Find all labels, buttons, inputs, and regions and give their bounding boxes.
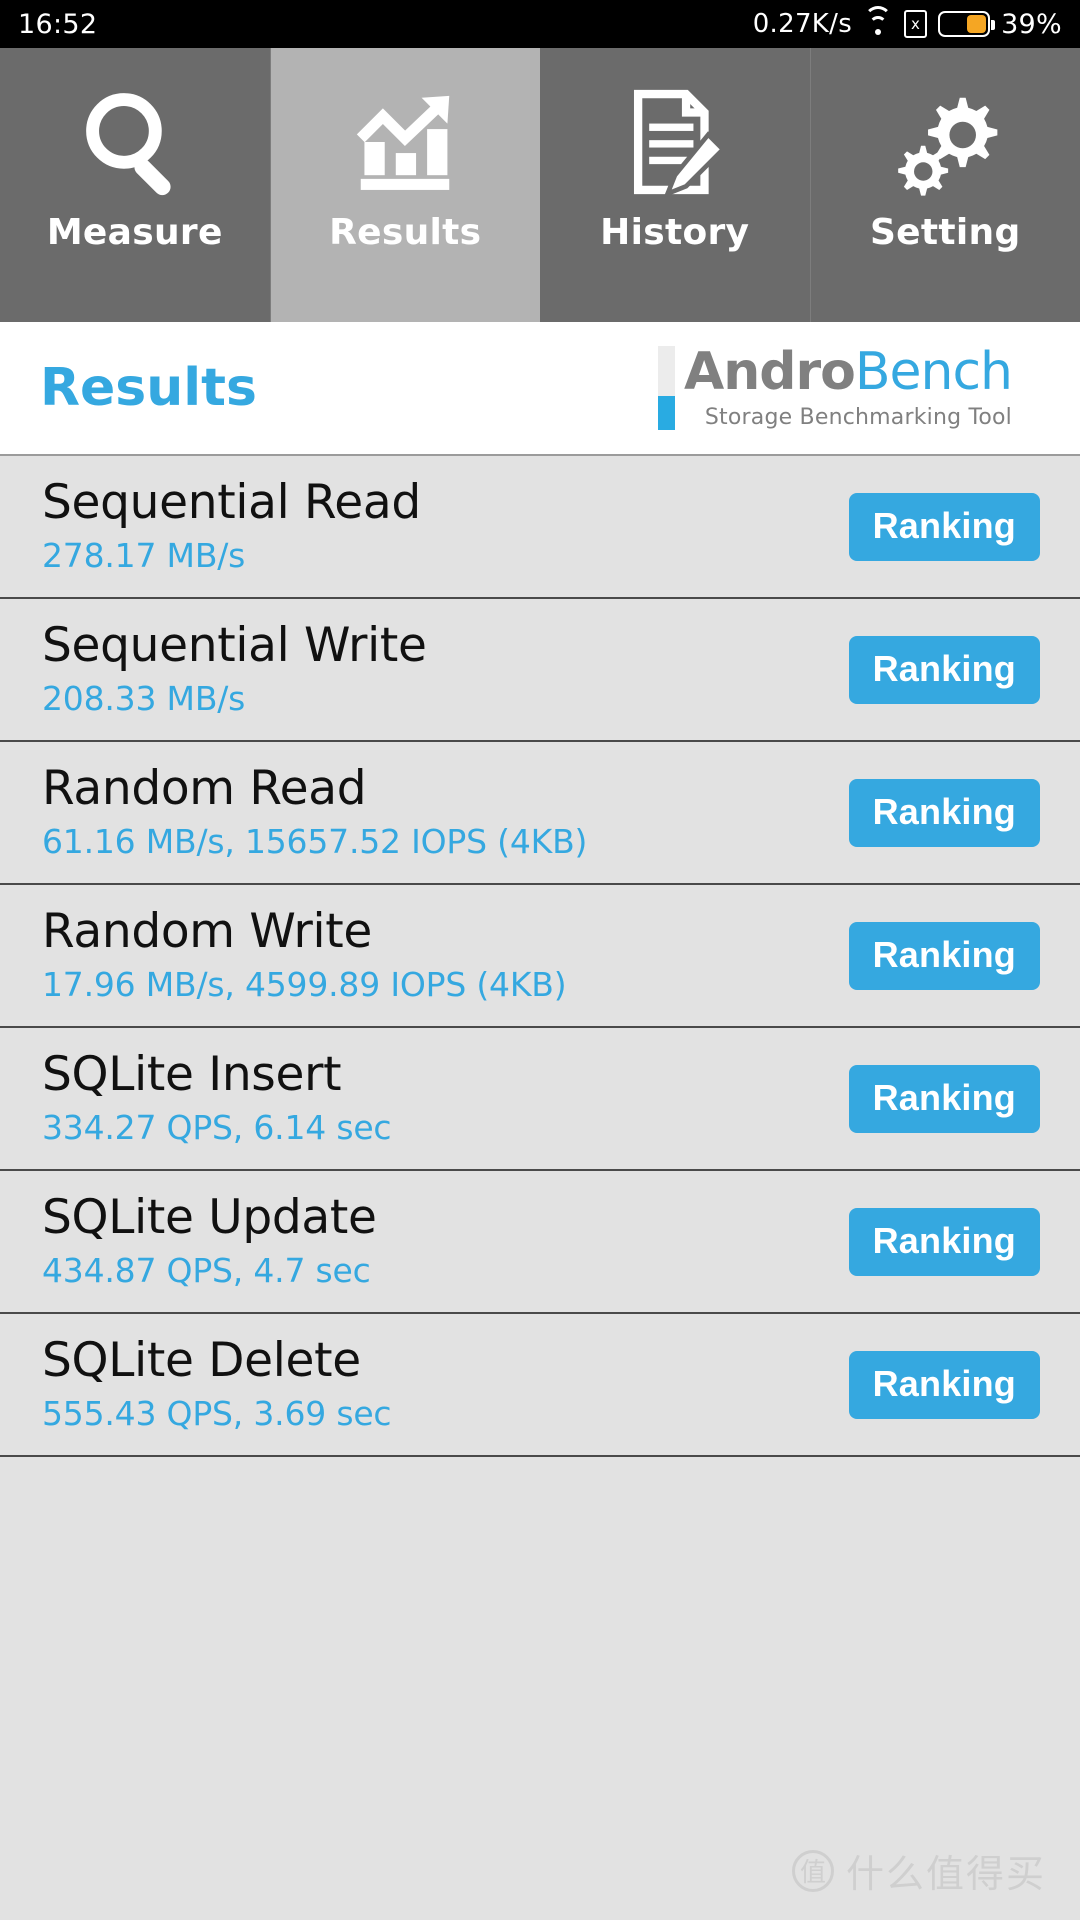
- tab-setting[interactable]: Setting: [810, 48, 1080, 322]
- table-row[interactable]: Random Write 17.96 MB/s, 4599.89 IOPS (4K…: [0, 885, 1080, 1028]
- page-header: Results AndroBench Storage Benchmarking …: [0, 322, 1080, 456]
- tab-setting-label: Setting: [869, 212, 1021, 253]
- table-row[interactable]: Sequential Read 278.17 MB/s Ranking: [0, 456, 1080, 599]
- ranking-button[interactable]: Ranking: [848, 1207, 1040, 1276]
- gears-icon: [886, 82, 1004, 202]
- results-list: Sequential Read 278.17 MB/s Ranking Sequent…: [0, 456, 1080, 1457]
- result-title: Random Read: [42, 760, 367, 816]
- tab-results[interactable]: Results: [270, 48, 540, 322]
- result-text: SQLite Insert 334.27 QPS, 6.14 sec: [42, 1046, 392, 1148]
- result-value: 208.33 MB/s: [42, 679, 246, 719]
- logo-tagline: Storage Benchmarking Tool: [704, 405, 1012, 430]
- table-row[interactable]: SQLite Delete 555.43 QPS, 3.69 sec Ranking: [0, 1314, 1080, 1457]
- result-title: Sequential Read: [42, 474, 421, 530]
- sim-no-signal-icon: x: [904, 10, 928, 38]
- ranking-button[interactable]: Ranking: [848, 492, 1040, 561]
- ranking-button[interactable]: Ranking: [848, 635, 1040, 704]
- battery-icon: [938, 11, 996, 37]
- result-title: SQLite Update: [42, 1189, 377, 1245]
- battery-percent-label: 39%: [1001, 8, 1062, 40]
- magnifier-icon: [76, 82, 194, 202]
- logo-secondary-text: Bench: [854, 342, 1013, 402]
- ranking-button[interactable]: Ranking: [848, 778, 1040, 847]
- ranking-button[interactable]: Ranking: [848, 1350, 1040, 1419]
- table-row[interactable]: SQLite Update 434.87 QPS, 4.7 sec Ranking: [0, 1171, 1080, 1314]
- result-value: 17.96 MB/s, 4599.89 IOPS (4KB): [42, 965, 567, 1005]
- result-value: 434.87 QPS, 4.7 sec: [42, 1251, 371, 1291]
- main-tab-bar: Measure Results History Setting: [0, 48, 1080, 322]
- result-value: 278.17 MB/s: [42, 536, 246, 576]
- ranking-button[interactable]: Ranking: [848, 921, 1040, 990]
- ranking-button[interactable]: Ranking: [848, 1064, 1040, 1133]
- bar-chart-arrow-icon: [346, 82, 464, 202]
- result-title: Random Write: [42, 903, 373, 959]
- page-title: Results: [40, 358, 257, 418]
- table-row[interactable]: Sequential Write 208.33 MB/s Ranking: [0, 599, 1080, 742]
- androbench-logo: AndroBench Storage Benchmarking Tool: [657, 346, 1040, 430]
- status-clock: 16:52: [18, 8, 98, 40]
- status-bar: 16:52 0.27K/s x 39%: [0, 0, 1080, 48]
- result-value: 555.43 QPS, 3.69 sec: [42, 1394, 392, 1434]
- watermark-logo-icon: 值: [791, 1849, 834, 1892]
- watermark: 值 什么值得买: [791, 1843, 1046, 1898]
- result-title: Sequential Write: [42, 617, 427, 673]
- result-text: SQLite Update 434.87 QPS, 4.7 sec: [42, 1189, 377, 1291]
- result-text: Random Write 17.96 MB/s, 4599.89 IOPS (4K…: [42, 903, 567, 1005]
- result-text: SQLite Delete 555.43 QPS, 3.69 sec: [42, 1332, 392, 1434]
- network-speed-label: 0.27K/s: [752, 9, 853, 39]
- result-title: SQLite Delete: [42, 1332, 361, 1388]
- result-value: 61.16 MB/s, 15657.52 IOPS (4KB): [42, 822, 588, 862]
- tab-measure[interactable]: Measure: [0, 48, 271, 322]
- watermark-text: 什么值得买: [845, 1852, 1046, 1896]
- status-indicators: 0.27K/s x 39%: [752, 6, 1062, 40]
- logo-primary-text: Andro: [683, 342, 856, 402]
- tab-measure-label: Measure: [46, 212, 223, 253]
- result-value: 334.27 QPS, 6.14 sec: [42, 1108, 392, 1148]
- table-row[interactable]: Random Read 61.16 MB/s, 15657.52 IOPS (4K…: [0, 742, 1080, 885]
- result-title: SQLite Insert: [42, 1046, 342, 1102]
- wifi-icon: [863, 6, 893, 36]
- logo-bar-icon: [657, 346, 675, 430]
- tab-history-label: History: [600, 212, 750, 253]
- table-row[interactable]: SQLite Insert 334.27 QPS, 6.14 sec Ranking: [0, 1028, 1080, 1171]
- result-text: Sequential Read 278.17 MB/s: [42, 474, 421, 576]
- document-pencil-icon: [616, 82, 734, 202]
- result-text: Random Read 61.16 MB/s, 15657.52 IOPS (4K…: [42, 760, 588, 862]
- logo-wordmark: AndroBench: [684, 346, 1013, 398]
- logo-text: AndroBench Storage Benchmarking Tool: [684, 346, 1013, 430]
- result-text: Sequential Write 208.33 MB/s: [42, 617, 427, 719]
- tab-history[interactable]: History: [540, 48, 811, 322]
- tab-results-label: Results: [329, 212, 482, 253]
